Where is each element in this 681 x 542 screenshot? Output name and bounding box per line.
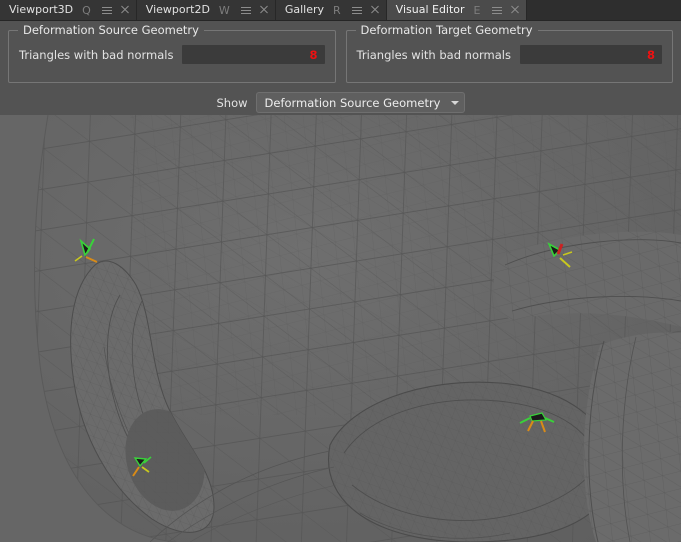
- bad-normals-label: Triangles with bad normals: [356, 47, 511, 62]
- close-icon[interactable]: [370, 5, 380, 15]
- show-label: Show: [216, 95, 248, 110]
- tab-label: Viewport3D: [9, 3, 74, 16]
- bad-normals-label: Triangles with bad normals: [19, 47, 174, 62]
- tab-gallery[interactable]: Gallery R: [275, 0, 387, 20]
- hamburger-icon[interactable]: [351, 5, 362, 15]
- hamburger-icon[interactable]: [101, 5, 112, 15]
- tab-label: Visual Editor: [395, 3, 465, 16]
- tab-icons: [491, 5, 520, 15]
- tab-visual-editor[interactable]: Visual Editor E: [386, 0, 527, 20]
- tab-viewport2d[interactable]: Viewport2D W: [136, 0, 276, 20]
- tab-icons: [351, 5, 380, 15]
- close-icon[interactable]: [259, 5, 269, 15]
- group-title: Deformation Target Geometry: [355, 24, 538, 37]
- hamburger-icon[interactable]: [240, 5, 251, 15]
- show-dropdown-value: Deformation Source Geometry: [264, 95, 441, 110]
- tab-hotkey: W: [218, 3, 230, 17]
- field-row: Triangles with bad normals 8: [19, 45, 325, 64]
- control-panel: Deformation Source Geometry Triangles wi…: [0, 21, 681, 115]
- tab-bar: Viewport3D Q Viewport2D W Gallery R Visu…: [0, 0, 681, 21]
- close-icon[interactable]: [120, 5, 130, 15]
- group-title: Deformation Source Geometry: [18, 24, 204, 37]
- tab-label: Viewport2D: [145, 3, 210, 16]
- tab-viewport3d[interactable]: Viewport3D Q: [0, 0, 137, 20]
- close-icon[interactable]: [510, 5, 520, 15]
- group-deformation-target-geometry: Deformation Target Geometry Triangles wi…: [345, 24, 673, 83]
- 3d-mesh-viewport[interactable]: [0, 115, 681, 542]
- tab-hotkey: E: [473, 3, 481, 17]
- tab-icons: [101, 5, 130, 15]
- tab-label: Gallery: [284, 3, 324, 16]
- group-deformation-source-geometry: Deformation Source Geometry Triangles wi…: [8, 24, 336, 83]
- tab-hotkey: R: [333, 3, 341, 17]
- bad-normals-value-source: 8: [182, 45, 325, 64]
- wireframe-head-mesh: [0, 115, 681, 542]
- geometry-groups: Deformation Source Geometry Triangles wi…: [0, 21, 681, 83]
- tab-icons: [240, 5, 269, 15]
- chevron-down-icon: [450, 98, 460, 107]
- field-row: Triangles with bad normals 8: [356, 45, 662, 64]
- tab-hotkey: Q: [82, 3, 91, 17]
- hamburger-icon[interactable]: [491, 5, 502, 15]
- bad-normals-value-target: 8: [519, 45, 662, 64]
- visual-editor-window: Viewport3D Q Viewport2D W Gallery R Visu…: [0, 0, 681, 542]
- show-row: Show Deformation Source Geometry: [0, 92, 681, 113]
- tab-bar-filler: [526, 0, 681, 20]
- show-dropdown[interactable]: Deformation Source Geometry: [255, 92, 465, 113]
